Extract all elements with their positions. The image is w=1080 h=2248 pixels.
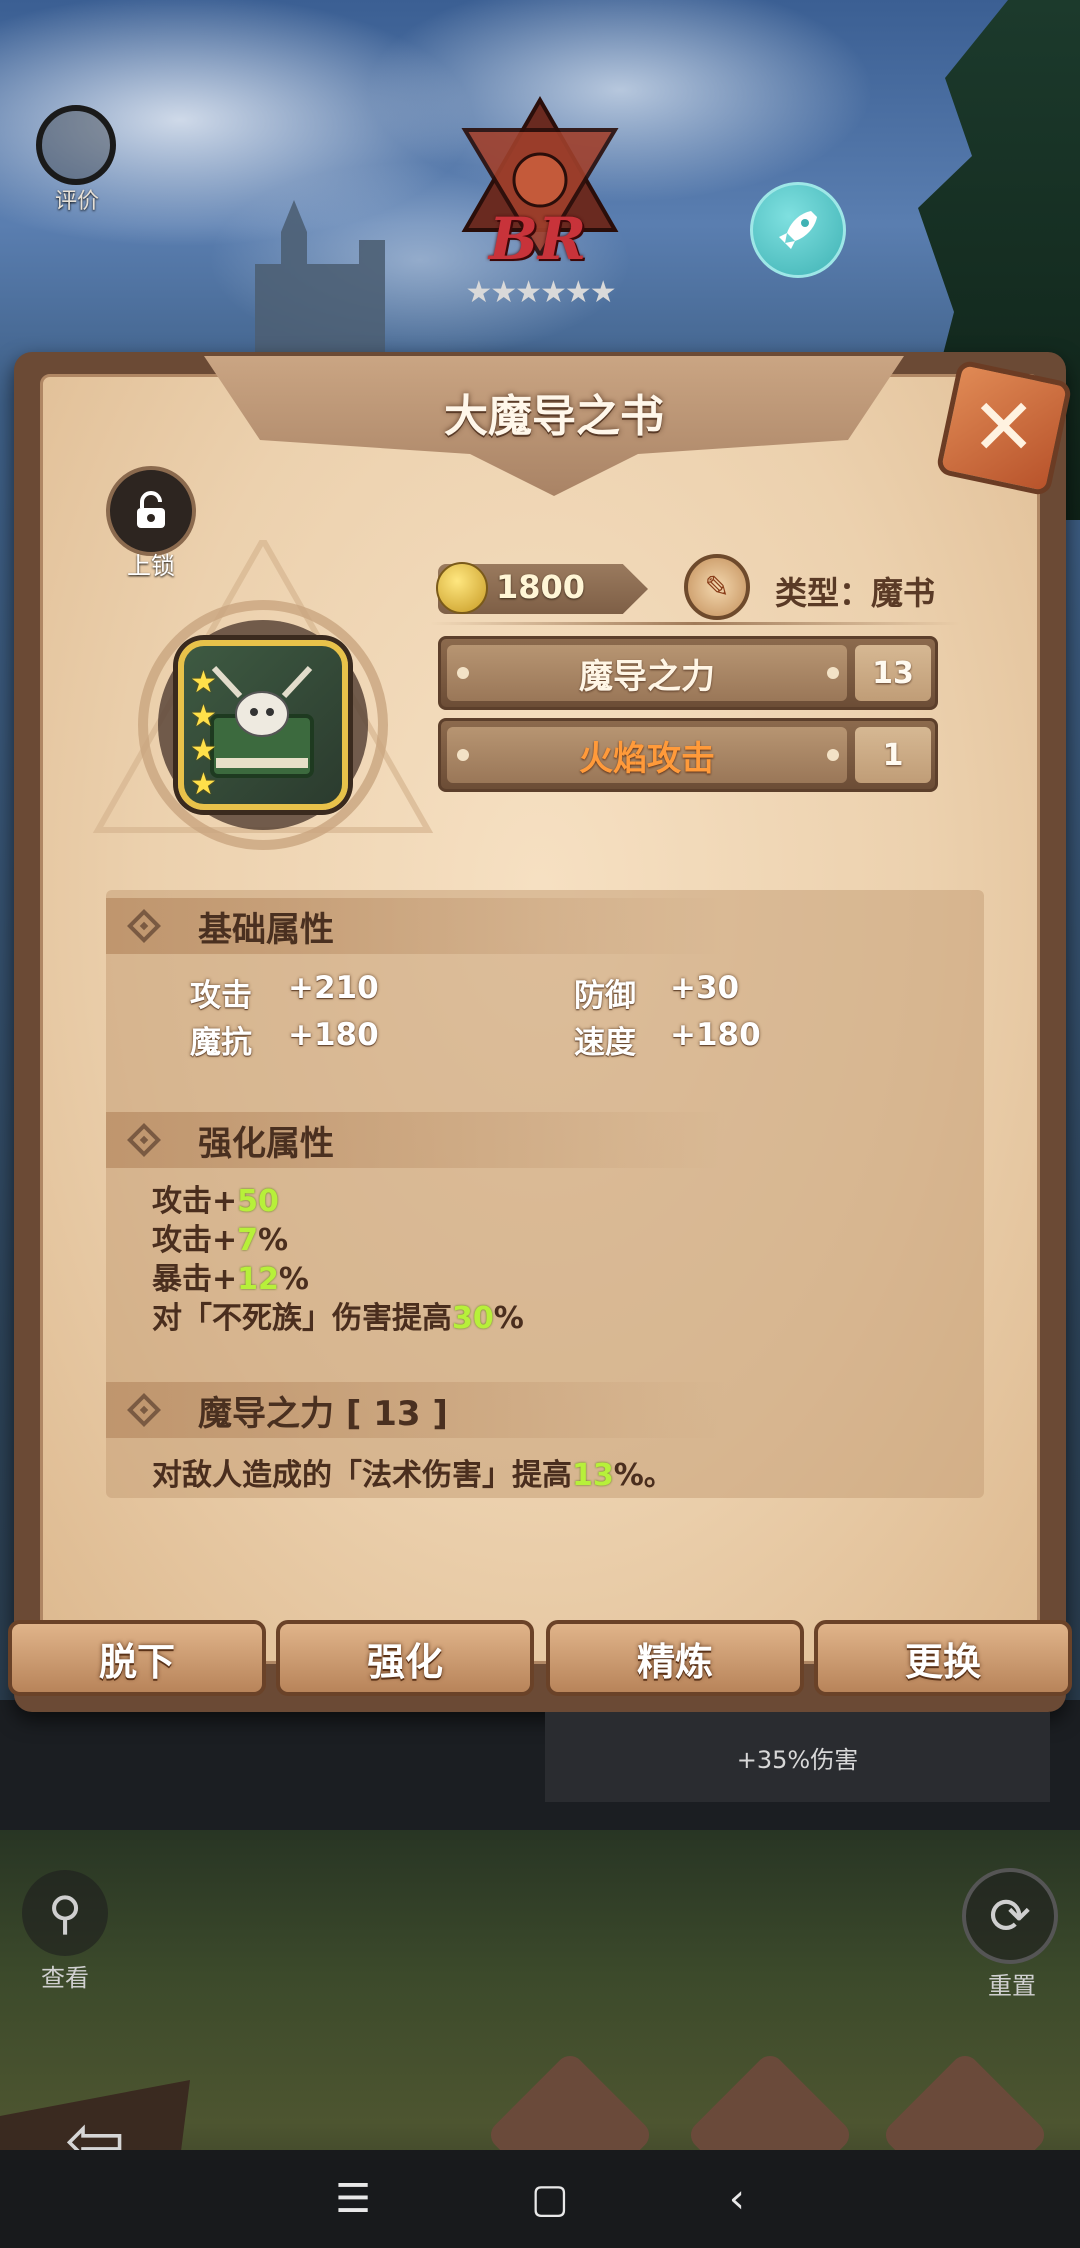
divider (430, 622, 960, 625)
rank-emblem: BR ★★★★★★ (455, 95, 625, 310)
skill-dot-left (457, 749, 469, 761)
menu-icon[interactable]: ☰ (335, 2179, 371, 2219)
unequip-button[interactable]: 脱下 (8, 1620, 266, 1696)
close-button[interactable]: ✕ (935, 359, 1073, 497)
skill-dot-right (827, 667, 839, 679)
bonus-line: 攻击+7% (152, 1223, 289, 1258)
rank-text: BR (489, 205, 587, 273)
stat-label: 防御 (574, 978, 636, 1014)
section-enhance-header: 强化属性 (106, 1112, 726, 1168)
close-icon: ✕ (971, 382, 1037, 473)
diamond-icon (127, 1393, 161, 1427)
home-icon[interactable]: ▢ (531, 2179, 569, 2219)
refresh-icon: ⟳ (962, 1868, 1058, 1964)
type-label: 类型：魔书 (775, 574, 936, 612)
skill-level: 13 (855, 645, 931, 701)
skill-name: 魔导之力 (447, 645, 847, 701)
section-title: 基础属性 (198, 909, 334, 950)
skill-name: 火焰攻击 (447, 727, 847, 783)
system-nav-bar: ☰ ▢ ‹ (0, 2150, 1080, 2248)
item-frame: ★★★★ (88, 540, 438, 860)
stat-label: 魔抗 (190, 1025, 252, 1061)
refine-button[interactable]: 精炼 (546, 1620, 804, 1696)
skill-row[interactable]: 火焰攻击 1 (438, 718, 938, 792)
stat-label: 速度 (574, 1025, 636, 1061)
diamond-icon (127, 909, 161, 943)
rate-label: 评价 (54, 189, 99, 214)
stat-label: 攻击 (190, 978, 252, 1014)
rocket-icon (779, 211, 817, 249)
info-panel: 基础属性 攻击 +210 防御 +30 魔抗 +180 速度 +180 强化属性… (106, 890, 984, 1498)
replace-button[interactable]: 更换 (814, 1620, 1072, 1696)
skill-level: 1 (855, 727, 931, 783)
bonus-line: 对「不死族」伤害提高30% (152, 1301, 524, 1336)
stat-value: +210 (288, 970, 379, 1006)
bonus-line: 攻击+50 (152, 1184, 279, 1219)
gold-coin-icon (436, 562, 488, 614)
stat-value: +30 (670, 970, 740, 1006)
section-title: 强化属性 (198, 1123, 334, 1164)
enhance-button[interactable]: 强化 (276, 1620, 534, 1696)
bonus-line: 暴击+12% (152, 1262, 309, 1297)
price-value: 1800 (496, 568, 586, 606)
bonus-line: 对敌人造成的「法术伤害」提高13%。 (152, 1458, 674, 1493)
search-label: 查看 (41, 1964, 89, 1992)
skill-row[interactable]: 魔导之力 13 (438, 636, 938, 710)
section-title: 魔导之力 [ 13 ] (198, 1393, 448, 1434)
search-button[interactable]: ⚲ 查看 (22, 1870, 108, 1993)
section-base-header: 基础属性 (106, 898, 726, 954)
diamond-icon (127, 1123, 161, 1157)
item-icon[interactable]: ★★★★ (178, 640, 348, 810)
item-stars: ★★★★ (190, 665, 217, 802)
reset-label: 重置 (988, 1972, 1036, 2000)
skill-dot-right (827, 749, 839, 761)
search-icon: ⚲ (22, 1870, 108, 1956)
upgrade-strip: +35%伤害 (545, 1712, 1050, 1802)
stat-value: +180 (288, 1017, 379, 1053)
rocket-button[interactable] (750, 182, 846, 278)
upgrade-text: +35%伤害 (736, 1745, 859, 1774)
rank-stars: ★★★★★★ (465, 275, 616, 310)
reset-button[interactable]: ⟳ 重置 (962, 1868, 1062, 2001)
rate-ring-icon (36, 105, 116, 185)
rate-button[interactable]: 评价 (36, 105, 118, 215)
back-icon[interactable]: ‹ (729, 2179, 745, 2219)
stat-value: +180 (670, 1017, 761, 1053)
item-title: 大魔导之书 (444, 391, 664, 442)
section-power-header: 魔导之力 [ 13 ] (106, 1382, 726, 1438)
book-type-icon: ✎ (684, 554, 750, 620)
skill-dot-left (457, 667, 469, 679)
